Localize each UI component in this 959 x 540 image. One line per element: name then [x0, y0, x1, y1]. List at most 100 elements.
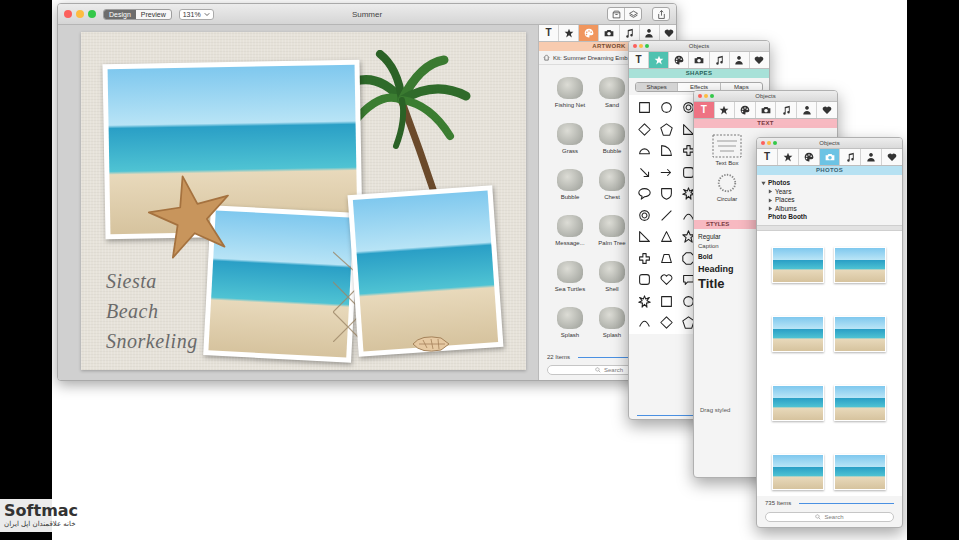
- shape-item[interactable]: [655, 119, 677, 141]
- shape-item[interactable]: [655, 183, 677, 205]
- tab[interactable]: T: [757, 149, 778, 165]
- tab[interactable]: [689, 52, 709, 68]
- artwork-item[interactable]: Chest: [591, 161, 633, 207]
- artwork-item[interactable]: Sea Turtles: [549, 253, 591, 299]
- tab[interactable]: [660, 25, 677, 41]
- shape-item[interactable]: [655, 248, 677, 270]
- shape-item[interactable]: [633, 183, 655, 205]
- tab[interactable]: [599, 25, 619, 41]
- artwork-item[interactable]: Fishing Net: [549, 69, 591, 115]
- tab[interactable]: [640, 25, 660, 41]
- close-button[interactable]: [761, 141, 765, 145]
- photo-thumbnail[interactable]: [834, 247, 886, 283]
- shape-item[interactable]: [633, 269, 655, 291]
- artwork-item[interactable]: Splash: [549, 299, 591, 345]
- shape-item[interactable]: [633, 119, 655, 141]
- shape-item[interactable]: [633, 205, 655, 227]
- minimize-button[interactable]: [704, 94, 708, 98]
- tab[interactable]: [715, 102, 736, 118]
- mode-tab[interactable]: Design: [104, 10, 136, 19]
- shape-item[interactable]: [655, 312, 677, 334]
- artwork-item[interactable]: Shell: [591, 253, 633, 299]
- shape-item[interactable]: [655, 205, 677, 227]
- photo-frame[interactable]: [348, 185, 504, 357]
- zoom-button[interactable]: [773, 141, 777, 145]
- tree-item[interactable]: Photo Booth: [761, 213, 898, 222]
- tab[interactable]: [620, 25, 640, 41]
- tab[interactable]: [579, 25, 599, 41]
- tree-item[interactable]: Years: [761, 188, 898, 197]
- caption-text[interactable]: SiestaBeachSnorkeling: [106, 266, 198, 356]
- segment[interactable]: Shapes: [636, 83, 677, 91]
- tab[interactable]: [817, 102, 837, 118]
- shape-item[interactable]: [633, 248, 655, 270]
- close-button[interactable]: [64, 10, 72, 18]
- objects-panel[interactable]: ObjectsTPHOTOSPhotosYearsPlacesAlbumsPho…: [756, 137, 903, 528]
- shape-item[interactable]: [655, 140, 677, 162]
- shape-item[interactable]: [633, 226, 655, 248]
- photo-thumbnail[interactable]: [772, 385, 824, 421]
- text-object[interactable]: Text Box: [694, 132, 760, 168]
- shape-item[interactable]: [633, 162, 655, 184]
- close-button[interactable]: [698, 94, 702, 98]
- artwork-item[interactable]: Sand: [591, 69, 633, 115]
- tab[interactable]: [820, 149, 841, 165]
- search-field[interactable]: Search: [765, 512, 894, 522]
- minimize-button[interactable]: [76, 10, 84, 18]
- shape-item[interactable]: [655, 269, 677, 291]
- zoom-button[interactable]: [88, 10, 96, 18]
- zoom-dropdown[interactable]: 131%: [179, 9, 214, 20]
- shape-item[interactable]: [655, 162, 677, 184]
- tab[interactable]: T: [539, 25, 559, 41]
- shape-item[interactable]: [633, 97, 655, 119]
- tab[interactable]: [735, 102, 756, 118]
- zoom-button[interactable]: [710, 94, 714, 98]
- shape-item[interactable]: [633, 291, 655, 313]
- tab[interactable]: [799, 149, 820, 165]
- artwork-item[interactable]: Splash: [591, 299, 633, 345]
- photo-thumbnail[interactable]: [834, 454, 886, 490]
- tab[interactable]: T: [694, 102, 715, 118]
- disclosure-triangle-icon[interactable]: [768, 206, 773, 211]
- artwork-item[interactable]: Grass: [549, 115, 591, 161]
- size-slider[interactable]: [799, 503, 894, 504]
- photo-thumbnail[interactable]: [772, 316, 824, 352]
- breadcrumb-text[interactable]: Kit: Summer Dreaming Emb: [553, 55, 628, 61]
- artwork-item[interactable]: Bubble: [549, 161, 591, 207]
- tab[interactable]: [669, 52, 689, 68]
- disclosure-triangle-icon[interactable]: [768, 198, 773, 203]
- shell-icon[interactable]: [411, 332, 451, 356]
- artwork-item[interactable]: Palm Tree: [591, 207, 633, 253]
- zoom-button[interactable]: [645, 44, 649, 48]
- artwork-item[interactable]: Bubble: [591, 115, 633, 161]
- starfish-icon[interactable]: [139, 164, 243, 268]
- tab[interactable]: [756, 102, 777, 118]
- tab[interactable]: [559, 25, 579, 41]
- page[interactable]: SiestaBeachSnorkeling: [81, 32, 526, 370]
- tab[interactable]: [776, 102, 797, 118]
- shape-item[interactable]: [655, 97, 677, 119]
- photo-thumbnail[interactable]: [772, 454, 824, 490]
- tab[interactable]: [649, 52, 669, 68]
- tab[interactable]: T: [629, 52, 649, 68]
- tab[interactable]: [861, 149, 882, 165]
- text-object[interactable]: Circular: [694, 170, 760, 204]
- toolbar-button[interactable]: [624, 8, 641, 20]
- tree-item[interactable]: Photos: [761, 179, 898, 188]
- tab[interactable]: [778, 149, 799, 165]
- tab[interactable]: [882, 149, 902, 165]
- tree-item[interactable]: Places: [761, 196, 898, 205]
- toolbar-button[interactable]: [608, 8, 624, 20]
- photo-thumbnail[interactable]: [834, 316, 886, 352]
- mode-tab[interactable]: Preview: [136, 10, 171, 19]
- home-icon[interactable]: [543, 54, 550, 61]
- minimize-button[interactable]: [767, 141, 771, 145]
- tab[interactable]: [730, 52, 750, 68]
- shape-item[interactable]: [633, 140, 655, 162]
- artwork-item[interactable]: Message...: [549, 207, 591, 253]
- minimize-button[interactable]: [639, 44, 643, 48]
- disclosure-triangle-icon[interactable]: [768, 189, 773, 194]
- tab[interactable]: [840, 149, 861, 165]
- tab[interactable]: [750, 52, 769, 68]
- tab[interactable]: [797, 102, 818, 118]
